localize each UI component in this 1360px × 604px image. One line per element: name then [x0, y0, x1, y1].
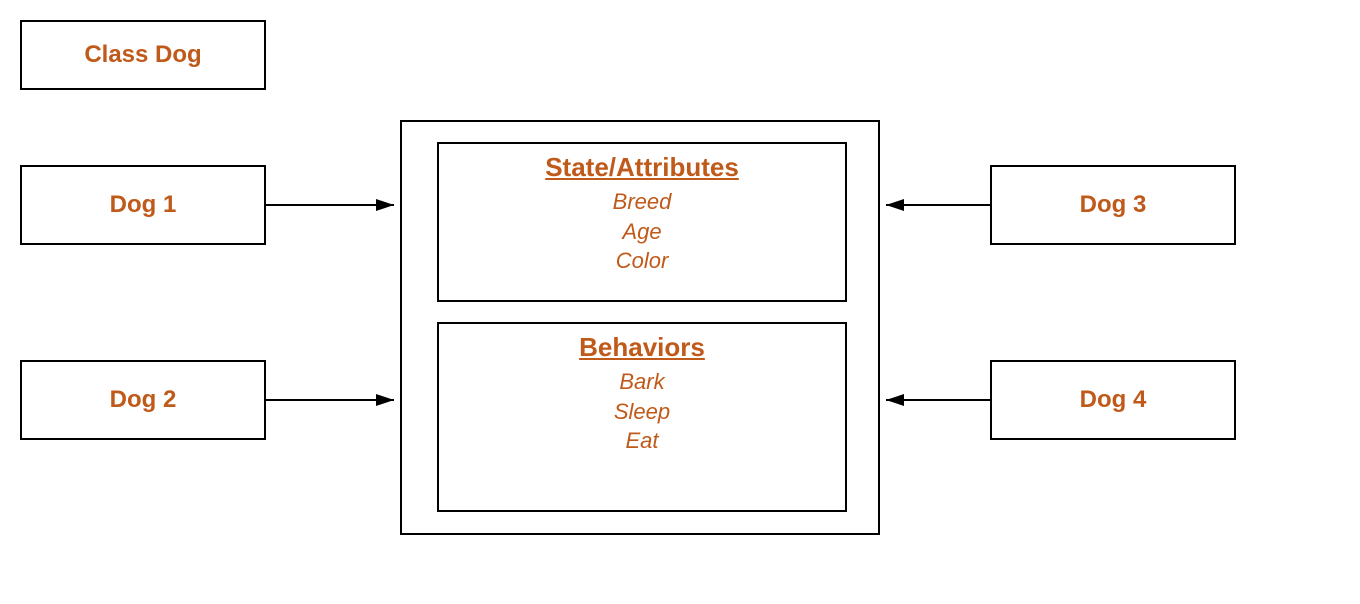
attribute-item: Breed [449, 187, 835, 217]
dog3-label: Dog 3 [1080, 191, 1147, 219]
arrow-dog2 [266, 390, 406, 410]
dog2-label: Dog 2 [110, 386, 177, 414]
class-body-container: State/Attributes Breed Age Color Behavio… [400, 120, 880, 535]
attributes-box: State/Attributes Breed Age Color [437, 142, 847, 302]
dog4-box: Dog 4 [990, 360, 1236, 440]
arrow-dog3 [880, 195, 995, 215]
behavior-item: Sleep [449, 397, 835, 427]
class-dog-box: Class Dog [20, 20, 266, 90]
behavior-item: Eat [449, 426, 835, 456]
attribute-item: Color [449, 246, 835, 276]
dog4-label: Dog 4 [1080, 386, 1147, 414]
class-dog-label: Class Dog [84, 41, 201, 69]
dog1-label: Dog 1 [110, 191, 177, 219]
dog1-box: Dog 1 [20, 165, 266, 245]
arrow-dog4 [880, 390, 995, 410]
dog3-box: Dog 3 [990, 165, 1236, 245]
dog2-box: Dog 2 [20, 360, 266, 440]
behaviors-box: Behaviors Bark Sleep Eat [437, 322, 847, 512]
attribute-item: Age [449, 217, 835, 247]
behavior-item: Bark [449, 367, 835, 397]
behaviors-title: Behaviors [449, 332, 835, 363]
arrow-dog1 [266, 195, 406, 215]
attributes-title: State/Attributes [449, 152, 835, 183]
